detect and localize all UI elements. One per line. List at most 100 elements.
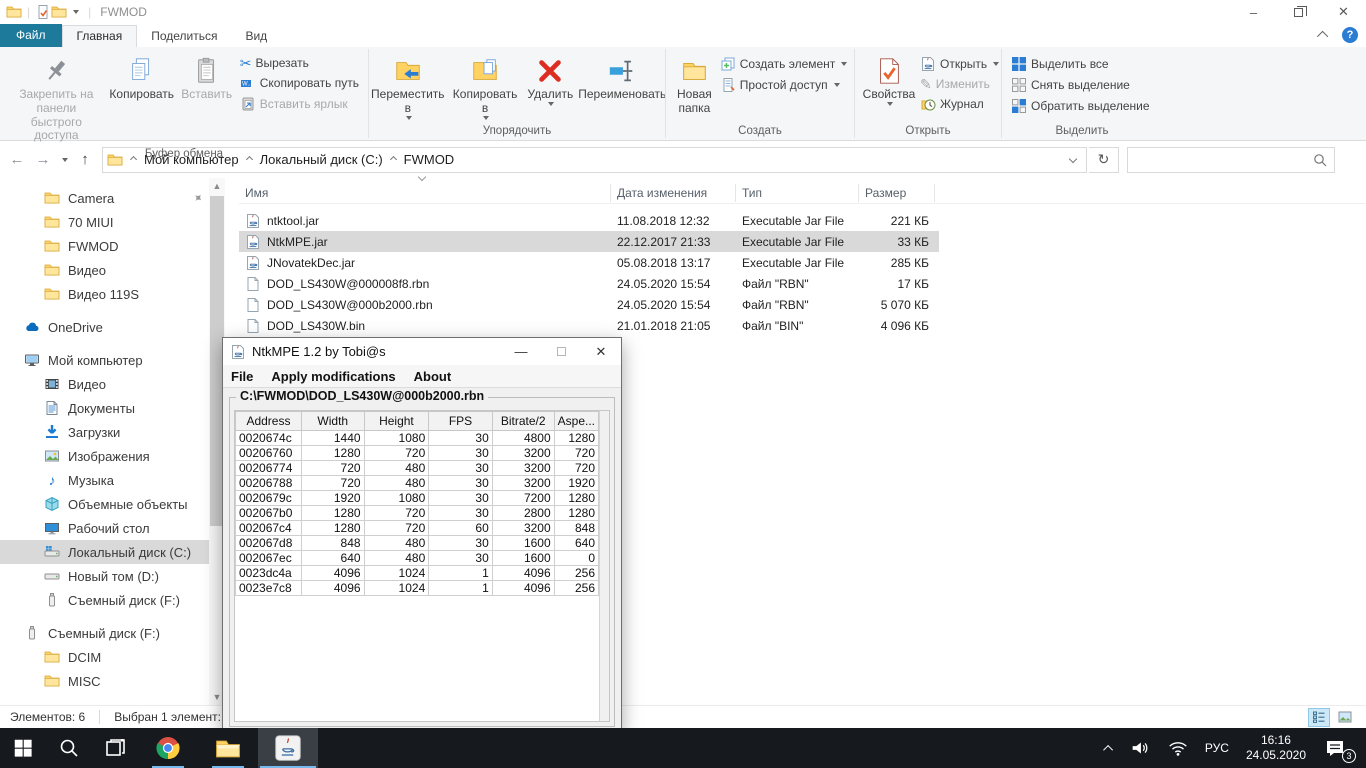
sidebar-item-camera[interactable]: Camera✦	[0, 186, 209, 210]
invert-selection-button[interactable]: Обратить выделение	[1008, 97, 1153, 115]
cut-button[interactable]: ✂Вырезать	[237, 55, 362, 71]
qat-properties-button[interactable]	[35, 4, 51, 20]
pin-to-quick-access-button[interactable]: Закрепить на панели быстрого доступа	[7, 51, 106, 146]
wifi-icon[interactable]	[1162, 737, 1194, 759]
restore-button[interactable]	[1276, 0, 1321, 24]
taskbar-search-button[interactable]	[46, 728, 92, 768]
ntkmpe-titlebar[interactable]: NtkMPE 1.2 by Tobi@s — ✕	[223, 338, 621, 365]
paste-button[interactable]: Вставить	[178, 51, 236, 105]
notification-center-button[interactable]: 3	[1318, 736, 1352, 760]
copy-path-button[interactable]: Скопировать путь	[237, 74, 362, 92]
qat-new-folder-button[interactable]	[51, 4, 67, 20]
sidebar-item-videos[interactable]: Видео	[0, 372, 209, 396]
easy-access-button[interactable]: Простой доступ	[717, 76, 851, 94]
file-row[interactable]: DOD_LS430W@000008f8.rbn 24.05.2020 15:54…	[239, 273, 939, 294]
modes-table[interactable]: Address Width Height FPS Bitrate/2 Aspe.…	[235, 411, 599, 596]
search-input[interactable]	[1134, 153, 1312, 167]
table-row[interactable]: 0020674c144010803048001280	[236, 431, 599, 446]
delete-button[interactable]: Удалить	[523, 51, 577, 109]
column-header-size[interactable]: Размер	[859, 184, 935, 202]
taskbar-clock[interactable]: 16:16 24.05.2020	[1240, 733, 1312, 763]
sidebar-item-3d-objects[interactable]: Объемные объекты	[0, 492, 209, 516]
ntkmpe-minimize-button[interactable]: —	[501, 338, 541, 365]
column-header-name[interactable]: Имя	[239, 184, 611, 202]
sidebar-item-removable-f[interactable]: Съемный диск (F:)	[0, 588, 209, 612]
copy-button[interactable]: Копировать	[108, 51, 176, 105]
sidebar-item-fwmod[interactable]: FWMOD	[0, 234, 209, 258]
move-to-button[interactable]: Переместить в	[369, 51, 447, 123]
address-dropdown-icon[interactable]	[1069, 154, 1077, 162]
file-row[interactable]: DOD_LS430W@000b2000.rbn 24.05.2020 15:54…	[239, 294, 939, 315]
sidebar-item-music[interactable]: ♪Музыка	[0, 468, 209, 492]
open-button[interactable]: Открыть	[917, 55, 1002, 73]
new-folder-button[interactable]: Новая папка	[673, 51, 716, 119]
qat-customize-dropdown[interactable]	[67, 4, 83, 20]
table-row[interactable]: 002067d8848480301600640	[236, 536, 599, 551]
sidebar-item-misc[interactable]: MISC	[0, 669, 209, 693]
select-all-button[interactable]: Выделить все	[1008, 55, 1153, 73]
edit-button[interactable]: ✎Изменить	[917, 76, 1002, 92]
table-row[interactable]: 002067887204803032001920	[236, 476, 599, 491]
search-box[interactable]	[1127, 147, 1335, 173]
rename-button[interactable]: Переименовать	[579, 51, 665, 105]
sidebar-item-new-volume-d[interactable]: Новый том (D:)	[0, 564, 209, 588]
table-row[interactable]: 00206774720480303200720	[236, 461, 599, 476]
start-button[interactable]	[0, 728, 46, 768]
history-button[interactable]: Журнал	[917, 95, 1002, 113]
menu-about[interactable]: About	[414, 369, 452, 384]
copy-to-button[interactable]: Копировать в	[449, 51, 522, 123]
sidebar-item-pictures[interactable]: Изображения	[0, 444, 209, 468]
menu-apply-modifications[interactable]: Apply modifications	[271, 369, 395, 384]
details-view-button[interactable]	[1308, 708, 1330, 727]
file-row[interactable]: DOD_LS430W.bin 21.01.2018 21:05 Файл "BI…	[239, 315, 939, 336]
file-row[interactable]: ntktool.jar 11.08.2018 12:32 Executable …	[239, 210, 939, 231]
task-view-button[interactable]	[92, 728, 138, 768]
minimize-button[interactable]: –	[1231, 0, 1276, 24]
select-none-button[interactable]: Снять выделение	[1008, 76, 1153, 94]
sidebar-item-network[interactable]: Сеть	[0, 702, 209, 705]
sidebar-item-desktop[interactable]: Рабочий стол	[0, 516, 209, 540]
sidebar-item-this-pc[interactable]: Мой компьютер	[0, 348, 209, 372]
th-bitrate[interactable]: Bitrate/2	[492, 412, 554, 431]
volume-icon[interactable]	[1124, 737, 1156, 759]
sidebar-item-onedrive[interactable]: OneDrive	[0, 315, 209, 339]
file-row-selected[interactable]: NtkMPE.jar 22.12.2017 21:33 Executable J…	[239, 231, 939, 252]
scroll-up-icon[interactable]: ▲	[209, 178, 225, 194]
column-header-date[interactable]: Дата изменения	[611, 184, 736, 202]
sidebar-item-local-disk-c[interactable]: Локальный диск (C:)	[0, 540, 209, 564]
properties-button[interactable]: Свойства	[862, 51, 916, 109]
back-button[interactable]: ←	[4, 148, 30, 172]
breadcrumb-item-computer[interactable]: Мой компьютер	[140, 152, 243, 167]
table-row[interactable]: 002067ec6404803016000	[236, 551, 599, 566]
table-row[interactable]: 002067601280720303200720	[236, 446, 599, 461]
taskbar-chrome-button[interactable]	[138, 728, 198, 768]
menu-file[interactable]: File	[231, 369, 253, 384]
sidebar-item-70miui[interactable]: 70 MIUI	[0, 210, 209, 234]
table-row[interactable]: 002067b012807203028001280	[236, 506, 599, 521]
tab-view[interactable]: Вид	[231, 26, 281, 47]
th-aspect[interactable]: Aspe...	[554, 412, 598, 431]
sidebar-item-video[interactable]: Видео	[0, 258, 209, 282]
ntkmpe-close-button[interactable]: ✕	[581, 338, 621, 365]
tab-file[interactable]: Файл	[0, 24, 62, 47]
th-height[interactable]: Height	[364, 412, 429, 431]
tab-home[interactable]: Главная	[62, 25, 138, 47]
taskbar-explorer-button[interactable]	[198, 728, 258, 768]
table-row[interactable]: 002067c41280720603200848	[236, 521, 599, 536]
th-width[interactable]: Width	[301, 412, 364, 431]
taskbar-java-button[interactable]	[258, 728, 318, 768]
th-address[interactable]: Address	[236, 412, 302, 431]
sidebar-item-dcim[interactable]: DCIM	[0, 645, 209, 669]
table-row[interactable]: 0023dc4a4096102414096256	[236, 566, 599, 581]
ntkmpe-maximize-button[interactable]	[541, 338, 581, 365]
recent-locations-dropdown[interactable]	[56, 148, 72, 172]
new-item-button[interactable]: Создать элемент	[717, 55, 851, 73]
table-row[interactable]: 0023e7c84096102414096256	[236, 581, 599, 596]
sidebar-item-video119s[interactable]: Видео 119S	[0, 282, 209, 306]
table-row[interactable]: 0020679c192010803072001280	[236, 491, 599, 506]
refresh-button[interactable]: ↻	[1089, 147, 1119, 173]
column-header-type[interactable]: Тип	[736, 184, 859, 202]
tray-chevron-up-icon[interactable]	[1101, 745, 1118, 752]
file-row[interactable]: JNovatekDec.jar 05.08.2018 13:17 Executa…	[239, 252, 939, 273]
sidebar-item-downloads[interactable]: Загрузки	[0, 420, 209, 444]
